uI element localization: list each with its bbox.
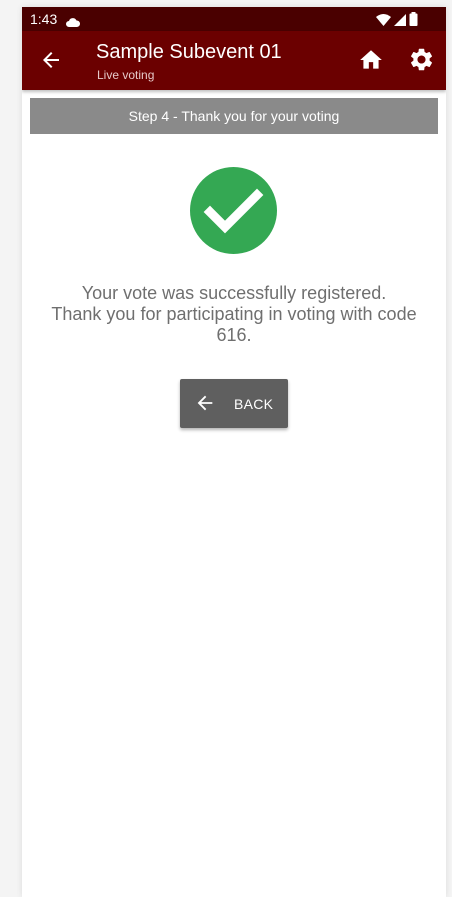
wifi-icon: [376, 13, 391, 31]
arrow-left-icon: [194, 392, 216, 414]
signal-icon: [394, 13, 406, 31]
status-bar: 1:43: [22, 7, 446, 31]
status-time: 1:43: [30, 11, 58, 27]
confirmation-message: Your vote was successfully registered. T…: [32, 283, 436, 346]
home-icon[interactable]: [358, 47, 384, 73]
page: 1:43 Sample Subevent 01 Live voting Step…: [0, 0, 452, 897]
back-button[interactable]: BACK: [180, 379, 288, 428]
gear-icon[interactable]: [408, 46, 435, 73]
back-arrow-icon[interactable]: [39, 48, 63, 72]
page-title: Sample Subevent 01: [96, 41, 282, 63]
check-circle-icon: [190, 167, 277, 254]
battery-icon: [409, 12, 418, 31]
cloud-icon: [66, 14, 81, 32]
confirmation-line-3: 616.: [216, 325, 252, 345]
status-icons: [376, 12, 418, 31]
confirmation-line-1: Your vote was successfully registered.: [81, 283, 387, 303]
step-banner: Step 4 - Thank you for your voting: [30, 98, 438, 134]
confirmation-line-2: Thank you for participating in voting wi…: [51, 304, 417, 324]
app-bar: Sample Subevent 01 Live voting: [22, 31, 446, 90]
page-subtitle: Live voting: [97, 68, 155, 82]
app-screen: 1:43 Sample Subevent 01 Live voting Step…: [22, 7, 446, 897]
back-button-label: BACK: [234, 396, 274, 412]
